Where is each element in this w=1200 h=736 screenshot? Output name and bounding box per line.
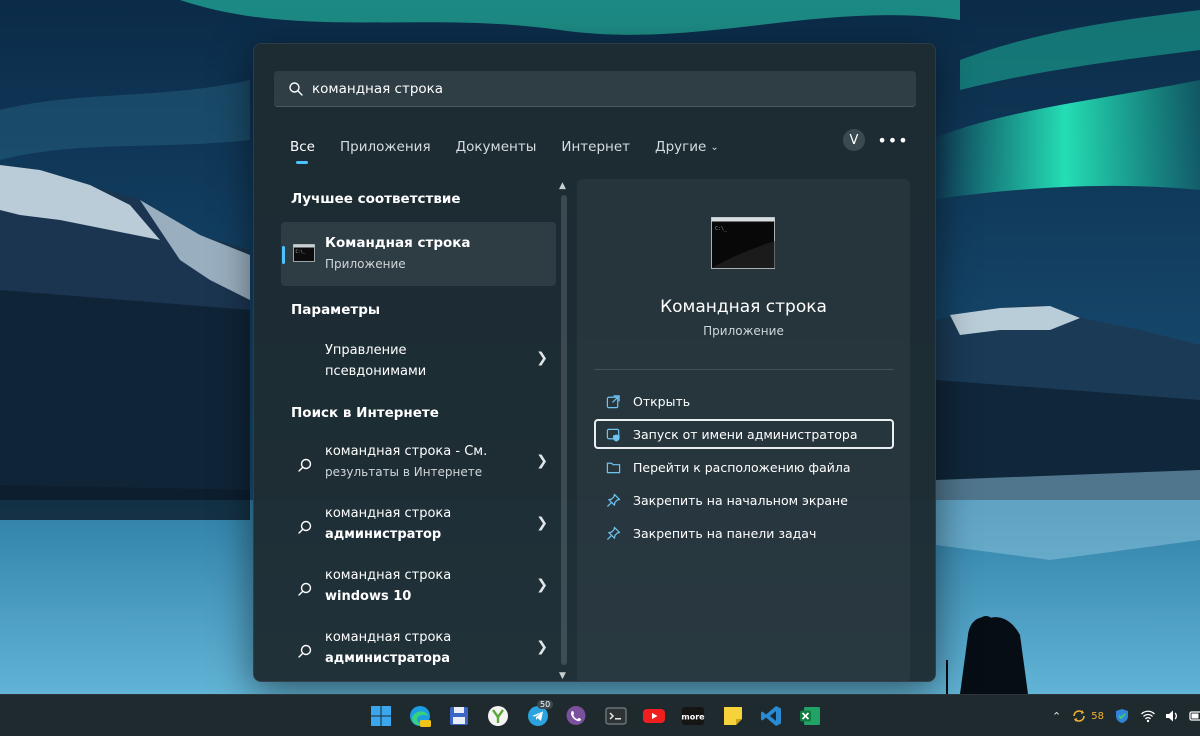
preview-pane: C:\_ Командная строка Приложение Открыть… bbox=[577, 179, 910, 681]
sticky-notes-icon[interactable] bbox=[721, 704, 745, 728]
settings-item-line2: псевдонимами bbox=[325, 364, 427, 379]
viber-icon[interactable] bbox=[564, 704, 588, 728]
shield-icon bbox=[606, 428, 620, 442]
pin-icon bbox=[606, 493, 621, 507]
web-search-heading: Поиск в Интернете bbox=[291, 405, 439, 421]
web-result-3[interactable]: командная строка администратора ❯ bbox=[281, 623, 556, 679]
selection-indicator bbox=[282, 246, 285, 264]
search-icon bbox=[298, 582, 312, 596]
tab-internet[interactable]: Интернет bbox=[561, 139, 630, 155]
web-result-completion: администратор bbox=[325, 527, 442, 542]
taskbar: 50 more ⌃ 58 bbox=[0, 694, 1200, 736]
tab-documents[interactable]: Документы bbox=[456, 139, 537, 155]
pin-icon bbox=[606, 526, 621, 540]
web-result-2[interactable]: командная строка windows 10 ❯ bbox=[281, 561, 556, 617]
scrollbar-thumb[interactable] bbox=[561, 195, 567, 665]
web-result-desc: результаты в Интернете bbox=[325, 465, 483, 479]
more-options-button[interactable]: ••• bbox=[877, 128, 907, 152]
more-app-icon[interactable]: more bbox=[681, 704, 705, 728]
web-result-query: командная строка bbox=[325, 506, 452, 521]
open-file-location-action[interactable]: Перейти к расположению файла bbox=[594, 452, 894, 482]
pin-to-taskbar-action[interactable]: Закрепить на панели задач bbox=[594, 518, 894, 548]
tab-all[interactable]: Все bbox=[290, 139, 315, 164]
search-panel: Все Приложения Документы Интернет Другие… bbox=[253, 43, 936, 682]
search-input[interactable] bbox=[312, 80, 872, 97]
battery-icon[interactable] bbox=[1188, 708, 1200, 724]
settings-item-aliases[interactable]: Управление псевдонимами ❯ bbox=[281, 334, 556, 390]
windows-start-icon[interactable] bbox=[369, 704, 393, 728]
avatar[interactable]: V bbox=[843, 129, 865, 151]
search-icon bbox=[298, 644, 312, 658]
telegram-badge: 50 bbox=[537, 700, 554, 709]
web-result-query: командная строка bbox=[325, 630, 452, 645]
svg-text:C:\_: C:\_ bbox=[296, 249, 306, 254]
terminal-icon[interactable] bbox=[604, 704, 628, 728]
chevron-right-icon: ❯ bbox=[536, 453, 548, 469]
preview-title: Командная строка bbox=[660, 297, 827, 317]
best-match-subtitle: Приложение bbox=[325, 257, 406, 271]
results-list: Лучшее соответствие C:\_ Командная строк… bbox=[281, 179, 556, 681]
settings-item-line1: Управление bbox=[325, 343, 407, 358]
search-icon bbox=[289, 81, 303, 96]
preview-divider bbox=[594, 369, 894, 370]
web-result-completion: администратора bbox=[325, 651, 450, 666]
best-match-item[interactable]: C:\_ Командная строка Приложение bbox=[281, 222, 556, 286]
best-match-heading: Лучшее соответствие bbox=[291, 191, 461, 207]
search-icon bbox=[298, 520, 312, 534]
svg-text:C:\_: C:\_ bbox=[715, 226, 728, 232]
open-action[interactable]: Открыть bbox=[594, 386, 894, 416]
chevron-down-icon: ⌄ bbox=[710, 141, 719, 153]
chevron-right-icon: ❯ bbox=[536, 639, 548, 655]
cmd-icon: C:\_ bbox=[293, 244, 315, 262]
tab-other[interactable]: Другие ⌄ bbox=[655, 139, 719, 155]
web-result-suffix: - См. bbox=[451, 444, 488, 459]
pin-to-start-label: Закрепить на начальном экране bbox=[633, 492, 848, 508]
pin-to-start-action[interactable]: Закрепить на начальном экране bbox=[594, 485, 894, 515]
chevron-right-icon: ❯ bbox=[536, 577, 548, 593]
cmd-icon: C:\_ bbox=[711, 217, 775, 269]
youtube-icon[interactable] bbox=[642, 704, 666, 728]
web-result-query: командная строка bbox=[325, 444, 452, 459]
web-result-1[interactable]: командная строка администратор ❯ bbox=[281, 499, 556, 555]
chevron-right-icon: ❯ bbox=[536, 515, 548, 531]
vscode-icon[interactable] bbox=[759, 704, 783, 728]
best-match-title: Командная строка bbox=[325, 235, 471, 251]
chevron-right-icon: ❯ bbox=[536, 350, 548, 366]
filter-tabs: Все Приложения Документы Интернет Другие… bbox=[290, 132, 744, 164]
volume-icon[interactable] bbox=[1164, 708, 1180, 724]
tray-count: 58 bbox=[1091, 710, 1104, 722]
web-result-completion: windows 10 bbox=[325, 589, 412, 604]
web-result-query: командная строка bbox=[325, 568, 452, 583]
open-file-location-label: Перейти к расположению файла bbox=[633, 459, 851, 475]
edge-icon[interactable] bbox=[408, 704, 432, 728]
run-as-admin-action[interactable]: Запуск от имени администратора bbox=[594, 419, 894, 449]
sync-icon[interactable] bbox=[1071, 708, 1087, 724]
svg-text:more: more bbox=[681, 713, 705, 722]
yandex-browser-icon[interactable] bbox=[486, 704, 510, 728]
open-action-label: Открыть bbox=[633, 393, 691, 409]
pin-to-taskbar-label: Закрепить на панели задач bbox=[633, 525, 817, 541]
tab-apps[interactable]: Приложения bbox=[340, 139, 431, 155]
results-scrollbar[interactable]: ▲ ▼ bbox=[556, 179, 572, 681]
web-result-0[interactable]: командная строка - См. результаты в Инте… bbox=[281, 437, 556, 493]
scroll-up-icon[interactable]: ▲ bbox=[559, 181, 566, 191]
run-as-admin-label: Запуск от имени администратора bbox=[633, 426, 858, 442]
defender-shield-icon[interactable] bbox=[1114, 708, 1130, 724]
search-icon bbox=[298, 458, 312, 472]
search-box[interactable] bbox=[274, 71, 916, 107]
settings-heading: Параметры bbox=[291, 302, 381, 318]
save-app-icon[interactable] bbox=[447, 704, 471, 728]
preview-subtitle: Приложение bbox=[703, 324, 784, 338]
tab-other-label: Другие bbox=[655, 139, 707, 155]
chevron-up-icon[interactable]: ⌃ bbox=[1052, 710, 1061, 723]
excel-icon[interactable] bbox=[798, 704, 822, 728]
open-icon bbox=[606, 394, 620, 408]
folder-icon bbox=[606, 462, 621, 473]
system-tray: ⌃ 58 bbox=[1052, 695, 1200, 736]
scroll-down-icon[interactable]: ▼ bbox=[559, 671, 566, 681]
wifi-icon[interactable] bbox=[1140, 708, 1156, 724]
